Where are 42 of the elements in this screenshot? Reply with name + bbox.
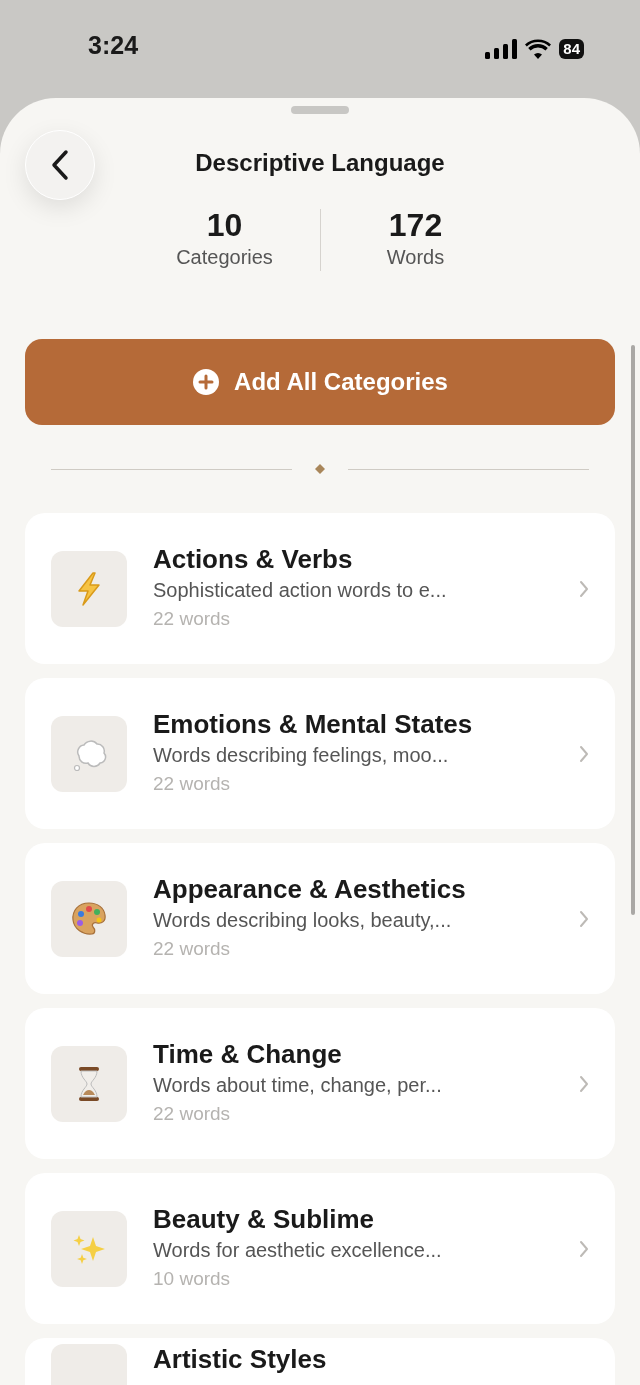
stat-value: 10 [205,208,244,244]
signal-icon [485,39,518,59]
category-title: Emotions & Mental States [153,708,474,741]
word-count: 22 words [153,1102,232,1127]
category-title: Artistic Styles [153,1344,328,1376]
stat-label: Words [385,245,446,271]
screen-title: Descriptive Language [194,148,446,178]
category-card[interactable]: Actions & Verbs Sophisticated action words to e... 22 words [25,513,615,665]
add-all-button[interactable]: Add All Categories [25,339,615,426]
plus-icon [192,368,221,397]
status-time: 3:24 [88,30,139,60]
category-card[interactable]: Appearance & Aesthetics Words describing looks, beauty,... 22 words [25,843,615,995]
category-title: Time & Change [153,1038,343,1071]
diamond-icon [314,463,326,476]
word-count: 22 words [153,772,232,797]
category-description: Words for aesthetic excellence... [153,1238,443,1264]
category-card[interactable]: Beauty & Sublime Words for aesthetic excellence... 10 words [25,1173,615,1325]
chevron-icon [579,1074,589,1093]
battery-level: 84 [559,39,584,59]
stat-value: 172 [387,208,444,244]
category-description: Sophisticated action words to e... [153,578,448,604]
category-description: Words describing looks, beauty,... [153,908,453,934]
category-card[interactable]: Emotions & Mental States Words describing feelings, moo... 22 words [25,678,615,830]
category-card[interactable]: Artistic Styles [25,1338,615,1385]
chevron-icon [579,909,589,928]
word-count: 22 words [153,607,232,632]
category-description: Words about time, change, per... [153,1073,443,1099]
chevron-icon [579,744,589,763]
sheet-handle[interactable] [291,106,349,114]
category-title: Beauty & Sublime [153,1203,376,1236]
word-count: 10 words [153,1267,232,1292]
chevron-icon [579,579,589,598]
category-description: Words describing feelings, moo... [153,743,450,769]
category-title: Appearance & Aesthetics [153,873,467,906]
back-icon [50,149,70,181]
word-count: 22 words [153,937,232,962]
category-title: Actions & Verbs [153,543,354,576]
scrollbar[interactable] [631,345,635,915]
stat-label: Categories [175,245,274,271]
wifi-icon [525,39,552,59]
category-card[interactable]: Time & Change Words about time, change, per... 22 words [25,1008,615,1160]
chevron-icon [579,1239,589,1258]
